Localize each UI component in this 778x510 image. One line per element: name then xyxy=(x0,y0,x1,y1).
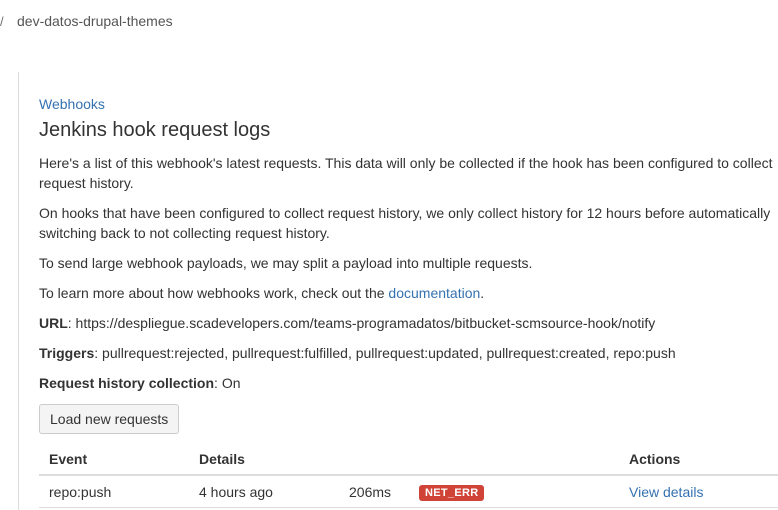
breadcrumb-webhooks-link[interactable]: Webhooks xyxy=(39,96,105,112)
breadcrumb-separator: / xyxy=(0,14,4,29)
triggers-row: Triggers: pullrequest:rejected, pullrequ… xyxy=(39,343,778,363)
url-label: URL xyxy=(39,315,68,331)
repo-name-link[interactable]: dev-datos-drupal-themes xyxy=(17,13,173,29)
header-details: Details xyxy=(189,443,339,476)
history-collection-row: Request history collection: On xyxy=(39,373,778,393)
description-paragraph: Here's a list of this webhook's latest r… xyxy=(39,155,773,191)
history-collection-value: : On xyxy=(214,375,241,391)
payload-note-paragraph: To send large webhook payloads, we may s… xyxy=(39,255,533,271)
row-details: 4 hours ago xyxy=(189,475,339,508)
view-details-link[interactable]: View details xyxy=(629,484,703,500)
row-status-cell: NET_ERR xyxy=(409,475,619,508)
sidebar-divider xyxy=(18,72,19,510)
row-actions-cell: View details xyxy=(619,475,778,508)
request-log-table: Event Details Actions repo:push 4 hours … xyxy=(39,443,778,508)
row-event: repo:push xyxy=(39,475,189,508)
header-status xyxy=(409,443,619,476)
learn-more-paragraph: To learn more about how webhooks work, c… xyxy=(39,283,778,303)
triggers-label: Triggers xyxy=(39,345,95,361)
load-new-requests-button[interactable]: Load new requests xyxy=(39,404,180,434)
url-value: : https://despliegue.scadevelopers.com/t… xyxy=(67,315,656,331)
learn-more-text: To learn more about how webhooks work, c… xyxy=(39,285,389,301)
url-row: URL: https://despliegue.scadevelopers.co… xyxy=(39,313,778,333)
header-event: Event xyxy=(39,443,189,476)
main-content: Webhooks Jenkins hook request logs Here'… xyxy=(39,96,778,508)
header-duration xyxy=(339,443,409,476)
status-badge: NET_ERR xyxy=(419,485,485,501)
triggers-value: : pullrequest:rejected, pullrequest:fulf… xyxy=(94,345,676,361)
history-collection-label: Request history collection xyxy=(39,375,215,391)
top-bar: / dev-datos-drupal-themes xyxy=(0,0,778,44)
history-note-paragraph: On hooks that have been configured to co… xyxy=(39,205,771,241)
row-duration: 206ms xyxy=(339,475,409,508)
header-actions: Actions xyxy=(619,443,778,476)
table-row: repo:push 4 hours ago 206ms NET_ERR View… xyxy=(39,475,778,508)
learn-more-suffix: . xyxy=(480,285,485,301)
table-header-row: Event Details Actions xyxy=(39,443,778,476)
documentation-link[interactable]: documentation xyxy=(388,285,480,301)
page-title: Jenkins hook request logs xyxy=(39,119,271,141)
